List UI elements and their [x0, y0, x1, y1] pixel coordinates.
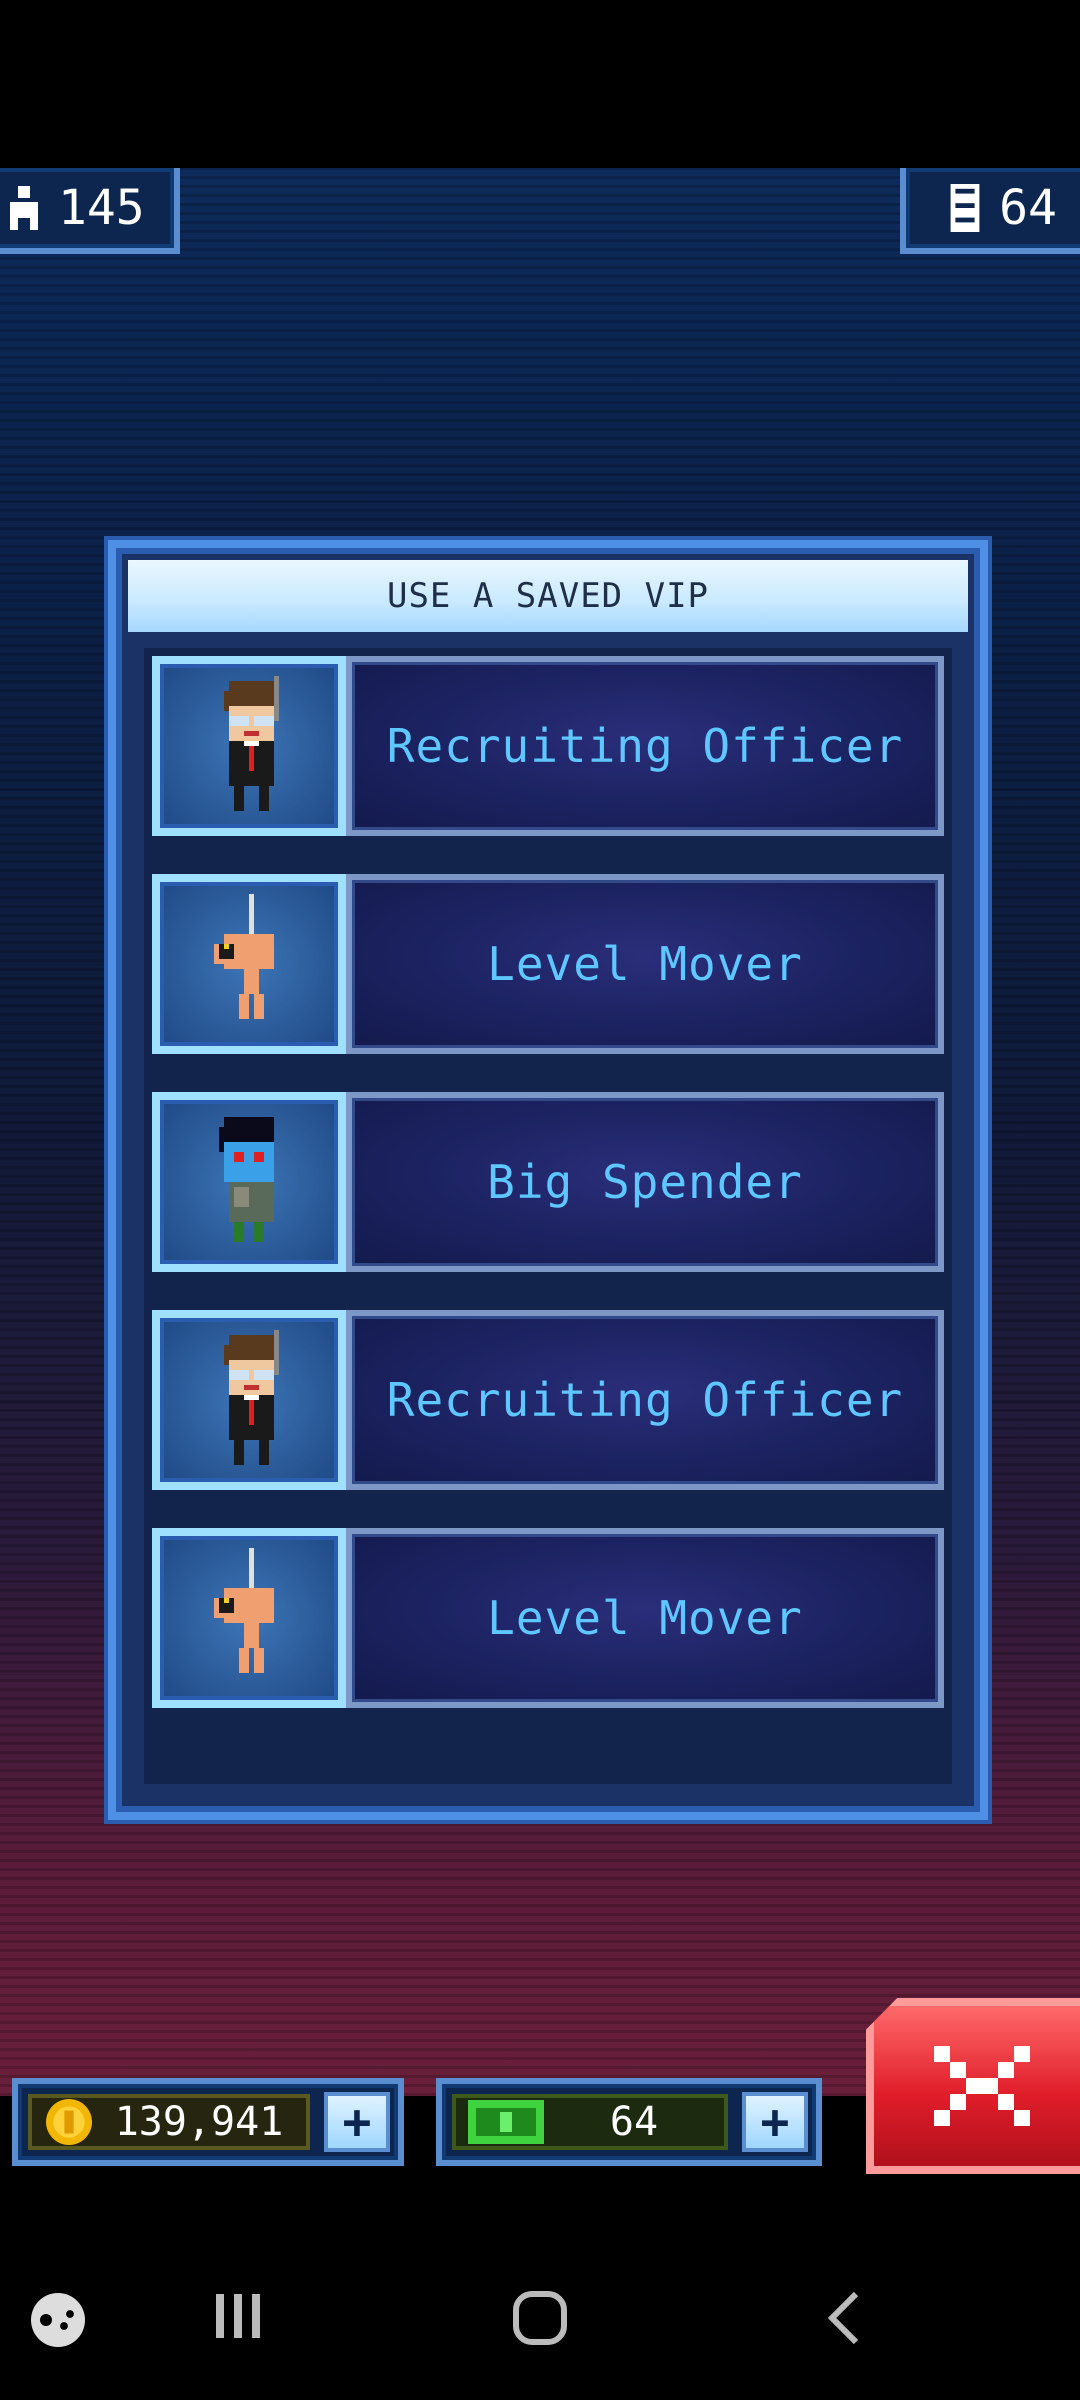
- floors-counter: 64: [900, 168, 1080, 254]
- coins-value: 139,941: [114, 2099, 284, 2145]
- system-nav-bar: [0, 2176, 1080, 2400]
- close-icon: [934, 2038, 1030, 2134]
- vip-row[interactable]: Big Spender: [152, 1092, 944, 1272]
- bux-display: 64: [452, 2094, 728, 2150]
- back-icon[interactable]: [826, 2290, 862, 2350]
- vip-name-button[interactable]: Recruiting Officer: [346, 656, 944, 836]
- vip-name-button[interactable]: Big Spender: [346, 1092, 944, 1272]
- close-button[interactable]: [866, 1998, 1080, 2174]
- bux-icon: [468, 2100, 544, 2144]
- home-icon[interactable]: [512, 2290, 568, 2350]
- vip-name-button[interactable]: Level Mover: [346, 1528, 944, 1708]
- recent-apps-icon[interactable]: [212, 2290, 264, 2346]
- saved-vip-dialog: USE A SAVED VIP Recruiting Officer Level…: [108, 540, 988, 1820]
- vip-name-button[interactable]: Recruiting Officer: [346, 1310, 944, 1490]
- coin-icon: [46, 2099, 92, 2145]
- recruiting-officer-portrait: [152, 656, 346, 836]
- coins-counter: 139,941 +: [12, 2078, 404, 2166]
- bux-value: 64: [609, 2099, 659, 2145]
- population-counter: 145: [0, 168, 180, 254]
- add-bux-button[interactable]: +: [742, 2092, 808, 2152]
- level-mover-portrait: [152, 874, 346, 1054]
- population-value: 145: [58, 180, 145, 236]
- bux-counter: 64 +: [436, 2078, 822, 2166]
- vip-list: Recruiting Officer Level Mover Big Spend…: [144, 648, 952, 1784]
- recruiting-officer-portrait: [152, 1310, 346, 1490]
- building-icon: [945, 184, 985, 232]
- dialog-title: USE A SAVED VIP: [128, 560, 968, 632]
- level-mover-portrait: [152, 1528, 346, 1708]
- person-icon: [4, 184, 44, 232]
- vip-row[interactable]: Recruiting Officer: [152, 1310, 944, 1490]
- vip-row[interactable]: Recruiting Officer: [152, 656, 944, 836]
- floors-value: 64: [999, 180, 1057, 236]
- add-coins-button[interactable]: +: [324, 2092, 390, 2152]
- game-launcher-icon[interactable]: [28, 2290, 88, 2354]
- coins-display: 139,941: [28, 2094, 310, 2150]
- vip-row[interactable]: Level Mover: [152, 1528, 944, 1708]
- big-spender-portrait: [152, 1092, 346, 1272]
- vip-name-button[interactable]: Level Mover: [346, 874, 944, 1054]
- vip-row[interactable]: Level Mover: [152, 874, 944, 1054]
